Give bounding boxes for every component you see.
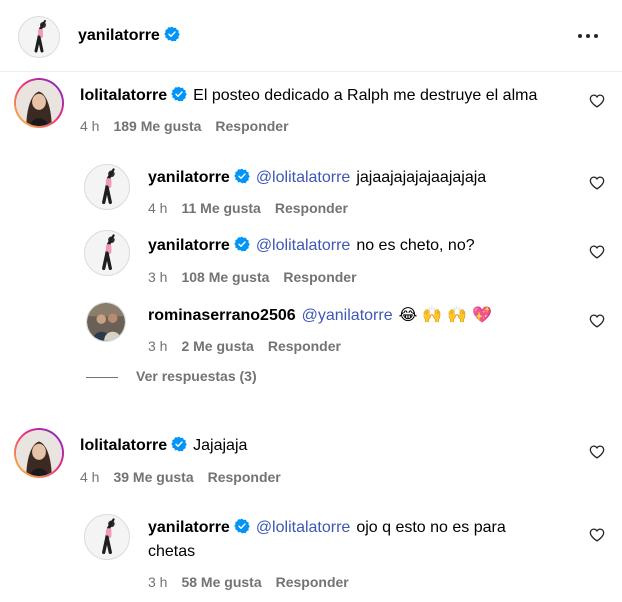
avatar[interactable] — [84, 514, 130, 560]
comment-meta: 3 h 58 Me gusta Responder — [148, 573, 363, 591]
comment-username[interactable]: yanilatorre — [148, 237, 230, 254]
comment-body: Jajajaja — [193, 437, 248, 454]
verified-badge-icon — [164, 26, 180, 42]
avatar[interactable] — [14, 428, 64, 478]
verified-badge-icon — [171, 86, 187, 102]
comment-body: El posteo dedicado a Ralph me destruye e… — [193, 87, 538, 104]
comment-text: rominaserrano2506 @yanilatorre 😂 🙌 🙌 💖 — [148, 305, 492, 326]
avatar[interactable] — [84, 230, 130, 276]
likes-count[interactable]: 189 Me gusta — [113, 118, 201, 134]
verified-badge-icon — [234, 168, 250, 184]
reply-button[interactable]: Responder — [276, 574, 349, 590]
verified-badge-icon — [171, 436, 187, 452]
comment-text: yanilatorre @lolitalatorre jajaajajajajaaj… — [148, 168, 486, 188]
comment-time: 3 h — [148, 338, 168, 354]
comment-meta: 3 h 108 Me gusta Responder — [148, 268, 371, 286]
comment-body: ojo q esto no es para — [356, 519, 506, 536]
comment-username[interactable]: yanilatorre — [148, 169, 230, 186]
heart-outline-icon[interactable] — [589, 244, 605, 260]
comment-body: jajaajajajajaajajaja — [356, 169, 487, 186]
reply-button[interactable]: Responder — [208, 469, 281, 485]
avatar[interactable] — [18, 16, 60, 58]
comment-time: 3 h — [148, 574, 168, 590]
avatar[interactable] — [86, 302, 126, 342]
likes-count[interactable]: 2 Me gusta — [181, 338, 253, 354]
likes-count[interactable]: 11 Me gusta — [181, 200, 260, 216]
heart-outline-icon[interactable] — [589, 313, 605, 329]
mention-link[interactable]: @lolitalatorre — [256, 237, 351, 254]
comment-time: 4 h — [148, 200, 168, 216]
heart-outline-icon[interactable] — [589, 527, 605, 543]
avatar[interactable] — [14, 78, 64, 128]
header-username[interactable]: yanilatorre — [78, 26, 180, 46]
comment-body-continued: chetas — [148, 543, 196, 560]
comment-text: lolitalatorre Jajajaja — [80, 436, 247, 456]
comment-meta: 4 h 39 Me gusta Responder — [80, 468, 295, 486]
likes-count[interactable]: 39 Me gusta — [113, 469, 193, 485]
comment-time: 3 h — [148, 269, 168, 285]
likes-count[interactable]: 108 Me gusta — [181, 269, 269, 285]
verified-badge-icon — [234, 518, 250, 534]
comment-text: lolitalatorre El posteo dedicado a Ralph … — [80, 86, 537, 106]
comment-body: no es cheto, no? — [356, 237, 475, 254]
heart-outline-icon[interactable] — [589, 444, 605, 460]
verified-badge-icon — [234, 236, 250, 252]
reply-button[interactable]: Responder — [215, 118, 288, 134]
divider — [86, 376, 118, 378]
comment-meta: 4 h 11 Me gusta Responder — [148, 199, 362, 217]
post-header: yanilatorre — [0, 0, 622, 72]
comment-meta: 4 h 189 Me gusta Responder — [80, 117, 303, 135]
heart-outline-icon[interactable] — [589, 175, 605, 191]
comment-username[interactable]: yanilatorre — [148, 519, 230, 536]
comment-username[interactable]: lolitalatorre — [80, 87, 167, 104]
mention-link[interactable]: @yanilatorre — [302, 307, 393, 324]
more-options-icon[interactable] — [574, 24, 602, 48]
heart-outline-icon[interactable] — [589, 93, 605, 109]
comment-username[interactable]: rominaserrano2506 — [148, 307, 296, 324]
comment-text: yanilatorre @lolitalatorre no es cheto, no… — [148, 236, 475, 256]
comment-time: 4 h — [80, 118, 100, 134]
comment-username[interactable]: lolitalatorre — [80, 437, 167, 454]
mention-link[interactable]: @lolitalatorre — [256, 519, 351, 536]
reply-button[interactable]: Responder — [283, 269, 356, 285]
view-replies-button[interactable]: Ver respuestas (3) — [86, 366, 257, 386]
comment-text: yanilatorre @lolitalatorre ojo q esto no e… — [148, 518, 506, 538]
comment-meta: 3 h 2 Me gusta Responder — [148, 337, 355, 355]
comment-body: 😂 🙌 🙌 💖 — [398, 305, 493, 324]
likes-count[interactable]: 58 Me gusta — [181, 574, 261, 590]
reply-button[interactable]: Responder — [268, 338, 341, 354]
mention-link[interactable]: @lolitalatorre — [256, 169, 351, 186]
avatar[interactable] — [84, 164, 130, 210]
comment-time: 4 h — [80, 469, 100, 485]
reply-button[interactable]: Responder — [275, 200, 348, 216]
